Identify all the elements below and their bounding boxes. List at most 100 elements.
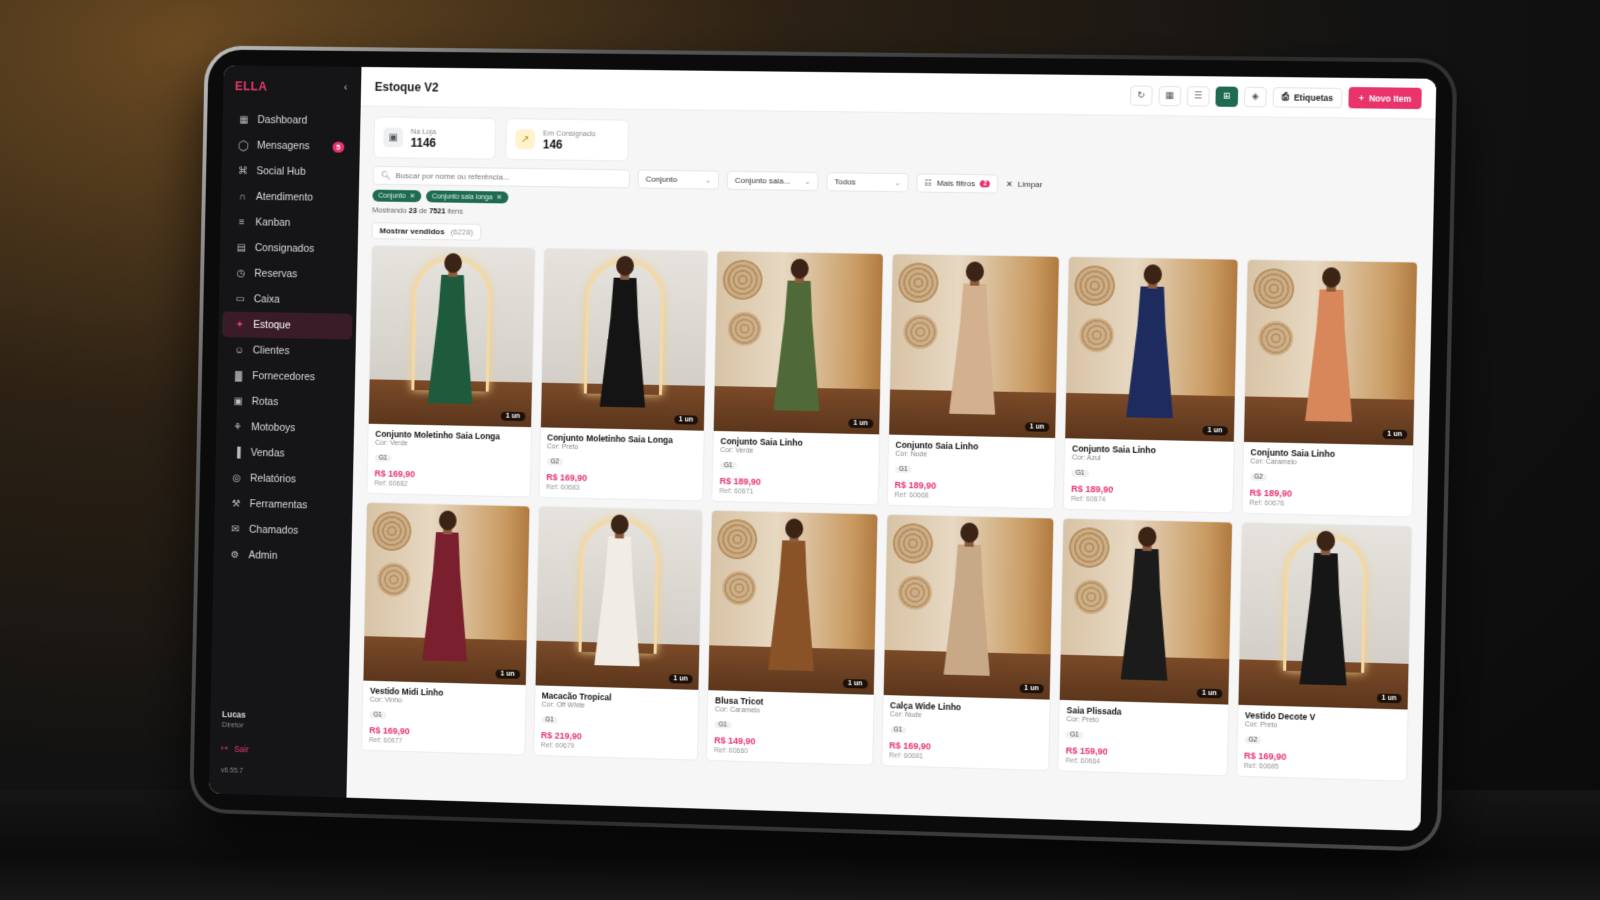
product-card[interactable]: 1 un Calça Wide Linho Cor: Nude G1 R$ 169,90…	[880, 513, 1055, 772]
product-grid: 1 un Conjunto Moletinho Saia Longa Cor: Ve…	[361, 244, 1419, 782]
product-card[interactable]: 1 un Conjunto Saia Linho Cor: Azul G1 R$ 189…	[1062, 256, 1239, 514]
stock-unit-badge: 1 un	[1202, 425, 1228, 436]
product-photo: 1 un	[368, 245, 535, 428]
list-view-icon[interactable]: ☰	[1186, 85, 1210, 107]
chip-close-icon[interactable]: ✕	[496, 193, 502, 201]
refresh-icon[interactable]: ↻	[1129, 85, 1153, 106]
table-view-icon[interactable]: ▦	[1158, 85, 1182, 106]
product-info: Macacão Tropical Cor: Off White G1 R$ 219,9…	[534, 685, 699, 759]
sidebar-item-label: Estoque	[253, 318, 291, 332]
labels-button[interactable]: ⎙ Etiquetas	[1272, 86, 1343, 108]
status-select[interactable]: Todos ⌄	[826, 172, 909, 193]
model-figure	[416, 253, 488, 413]
more-filters-count: 2	[980, 180, 990, 188]
product-info: Conjunto Moletinho Saia Longa Cor: Verde G…	[367, 424, 530, 497]
show-sold-toggle[interactable]: Mostrar vendidos (6228)	[371, 222, 482, 241]
logout-button[interactable]: ↦ Sair	[221, 743, 249, 755]
share-icon: ⌘	[237, 165, 248, 177]
clock-icon: ◷	[236, 267, 246, 279]
more-filters-label: Mais filtros	[936, 178, 976, 189]
sidebar-item-chamados[interactable]: ✉ Chamados	[218, 516, 348, 545]
sidebar-item-label: Dashboard	[257, 114, 308, 127]
sidebar-item-atendimento[interactable]: ∩ Atendimento	[225, 184, 355, 212]
sidebar-item-fornecedores[interactable]: ▓ Fornecedores	[221, 363, 351, 391]
product-size: G1	[1071, 469, 1089, 478]
clear-filters-button[interactable]: ✕ Limpar	[1006, 180, 1043, 190]
category-select-value: Conjunto	[645, 174, 678, 185]
model-figure	[1108, 526, 1182, 689]
sidebar-item-relat-rios[interactable]: ◎ Relatórios	[219, 465, 349, 494]
product-card[interactable]: 1 un Conjunto Moletinho Saia Longa Cor: Pr…	[537, 247, 709, 502]
sidebar-item-consignados[interactable]: ▤ Consignados	[224, 235, 354, 263]
layers-icon[interactable]: ◈	[1243, 86, 1267, 107]
plus-icon: +	[1358, 92, 1364, 103]
brand-logo[interactable]: ELLA	[235, 79, 268, 93]
chip-close-icon[interactable]: ✕	[409, 192, 415, 200]
model-figure	[582, 514, 654, 675]
category-select[interactable]: Conjunto ⌄	[637, 169, 720, 190]
sidebar-item-rotas[interactable]: ▣ Rotas	[221, 388, 351, 416]
sidebar-item-clientes[interactable]: ☺ Clientes	[222, 337, 352, 365]
clear-label: Limpar	[1017, 179, 1043, 190]
model-figure	[756, 518, 829, 680]
kanban-icon: ≡	[238, 216, 245, 228]
sidebar-item-estoque[interactable]: ✦ Estoque	[222, 311, 353, 340]
more-filters-button[interactable]: ☷ Mais filtros 2	[916, 173, 999, 194]
sidebar-item-label: Mensagens	[256, 139, 310, 153]
product-photo: 1 un	[1237, 522, 1412, 710]
model-figure	[410, 510, 482, 670]
subcategory-select[interactable]: Conjunto saia... ⌄	[726, 170, 819, 192]
sidebar-item-label: Social Hub	[256, 165, 306, 178]
product-photo: 1 un	[883, 514, 1054, 700]
product-photo: 1 un	[708, 510, 877, 695]
sidebar-item-mensagens[interactable]: ◯ Mensagens 5	[226, 132, 356, 159]
grid-view-icon[interactable]: ⊞	[1215, 85, 1239, 107]
product-size: G1	[889, 726, 907, 734]
product-info: Saia Plissada Cor: Preto G1 R$ 159,90 Ref: 6…	[1058, 700, 1227, 775]
sidebar-item-label: Ferramentas	[249, 498, 308, 512]
product-size: G1	[369, 711, 386, 719]
product-card[interactable]: 1 un Saia Plissada Cor: Preto G1 R$ 159,90 Re…	[1057, 517, 1233, 777]
sidebar-item-dashboard[interactable]: ▦ Dashboard	[226, 107, 356, 134]
product-card[interactable]: 1 un Conjunto Moletinho Saia Longa Cor: Ve…	[366, 244, 536, 498]
labels-button-label: Etiquetas	[1293, 91, 1334, 103]
product-card[interactable]: 1 un Macacão Tropical Cor: Off White G1 R$ 2…	[532, 505, 704, 761]
product-card[interactable]: 1 un Conjunto Saia Linho Cor: Verde G1 R$ 18…	[711, 250, 884, 506]
product-size: G2	[546, 458, 564, 466]
product-card[interactable]: 1 un Vestido Decote V Cor: Preto G2 R$ 169,9…	[1235, 521, 1413, 782]
ticket-icon: ✉	[231, 523, 240, 535]
new-item-button[interactable]: + Novo Item	[1348, 86, 1422, 110]
count-shown: 23	[408, 205, 418, 215]
product-info: Conjunto Moletinho Saia Longa Cor: Preto G…	[539, 427, 704, 500]
dashboard-icon: ▦	[239, 114, 249, 126]
sidebar-item-vendas[interactable]: ▐ Vendas	[219, 439, 349, 467]
product-card[interactable]: 1 un Vestido Midi Linho Cor: Vinho G1 R$ 169…	[361, 501, 530, 756]
sidebar-item-motoboys[interactable]: ⚘ Motoboys	[220, 414, 350, 442]
sidebar-item-social-hub[interactable]: ⌘ Social Hub	[225, 158, 355, 185]
sidebar-item-ferramentas[interactable]: ⚒ Ferramentas	[218, 491, 348, 520]
user-role: Diretor	[221, 719, 244, 730]
sidebar-item-label: Admin	[248, 549, 278, 562]
filter-chip[interactable]: Conjunto saia longa ✕	[425, 190, 509, 204]
product-card[interactable]: 1 un Blusa Tricot Cor: Caramelo G1 R$ 149,90…	[705, 509, 878, 766]
product-card[interactable]: 1 un Conjunto Saia Linho Cor: Nude G1 R$ 189…	[886, 253, 1060, 510]
search-icon: 🔍︎	[380, 170, 391, 180]
stat-label: Em Consignado	[543, 128, 596, 138]
user-name: Lucas	[221, 709, 246, 720]
stock-unit-badge: 1 un	[848, 418, 873, 429]
sidebar-item-admin[interactable]: ⚙ Admin	[217, 542, 347, 571]
sidebar-item-caixa[interactable]: ▭ Caixa	[223, 286, 353, 314]
filter-chip[interactable]: Conjunto ✕	[372, 189, 422, 203]
product-ref: Ref: 60683	[545, 484, 580, 492]
sidebar-item-label: Chamados	[248, 523, 299, 537]
collapse-sidebar-icon[interactable]: ‹	[344, 82, 348, 94]
stat-value: 1146	[410, 135, 437, 150]
stock-unit-badge: 1 un	[1196, 688, 1222, 699]
search-input[interactable]	[395, 171, 623, 184]
product-card[interactable]: 1 un Conjunto Saia Linho Cor: Caramelo G2 R$…	[1240, 258, 1419, 518]
sidebar-item-reservas[interactable]: ◷ Reservas	[223, 260, 353, 288]
sidebar-item-kanban[interactable]: ≡ Kanban	[224, 209, 354, 237]
chevron-down-icon: ⌄	[804, 178, 811, 186]
stock-unit-badge: 1 un	[1382, 429, 1408, 440]
new-item-label: Novo Item	[1368, 92, 1412, 104]
